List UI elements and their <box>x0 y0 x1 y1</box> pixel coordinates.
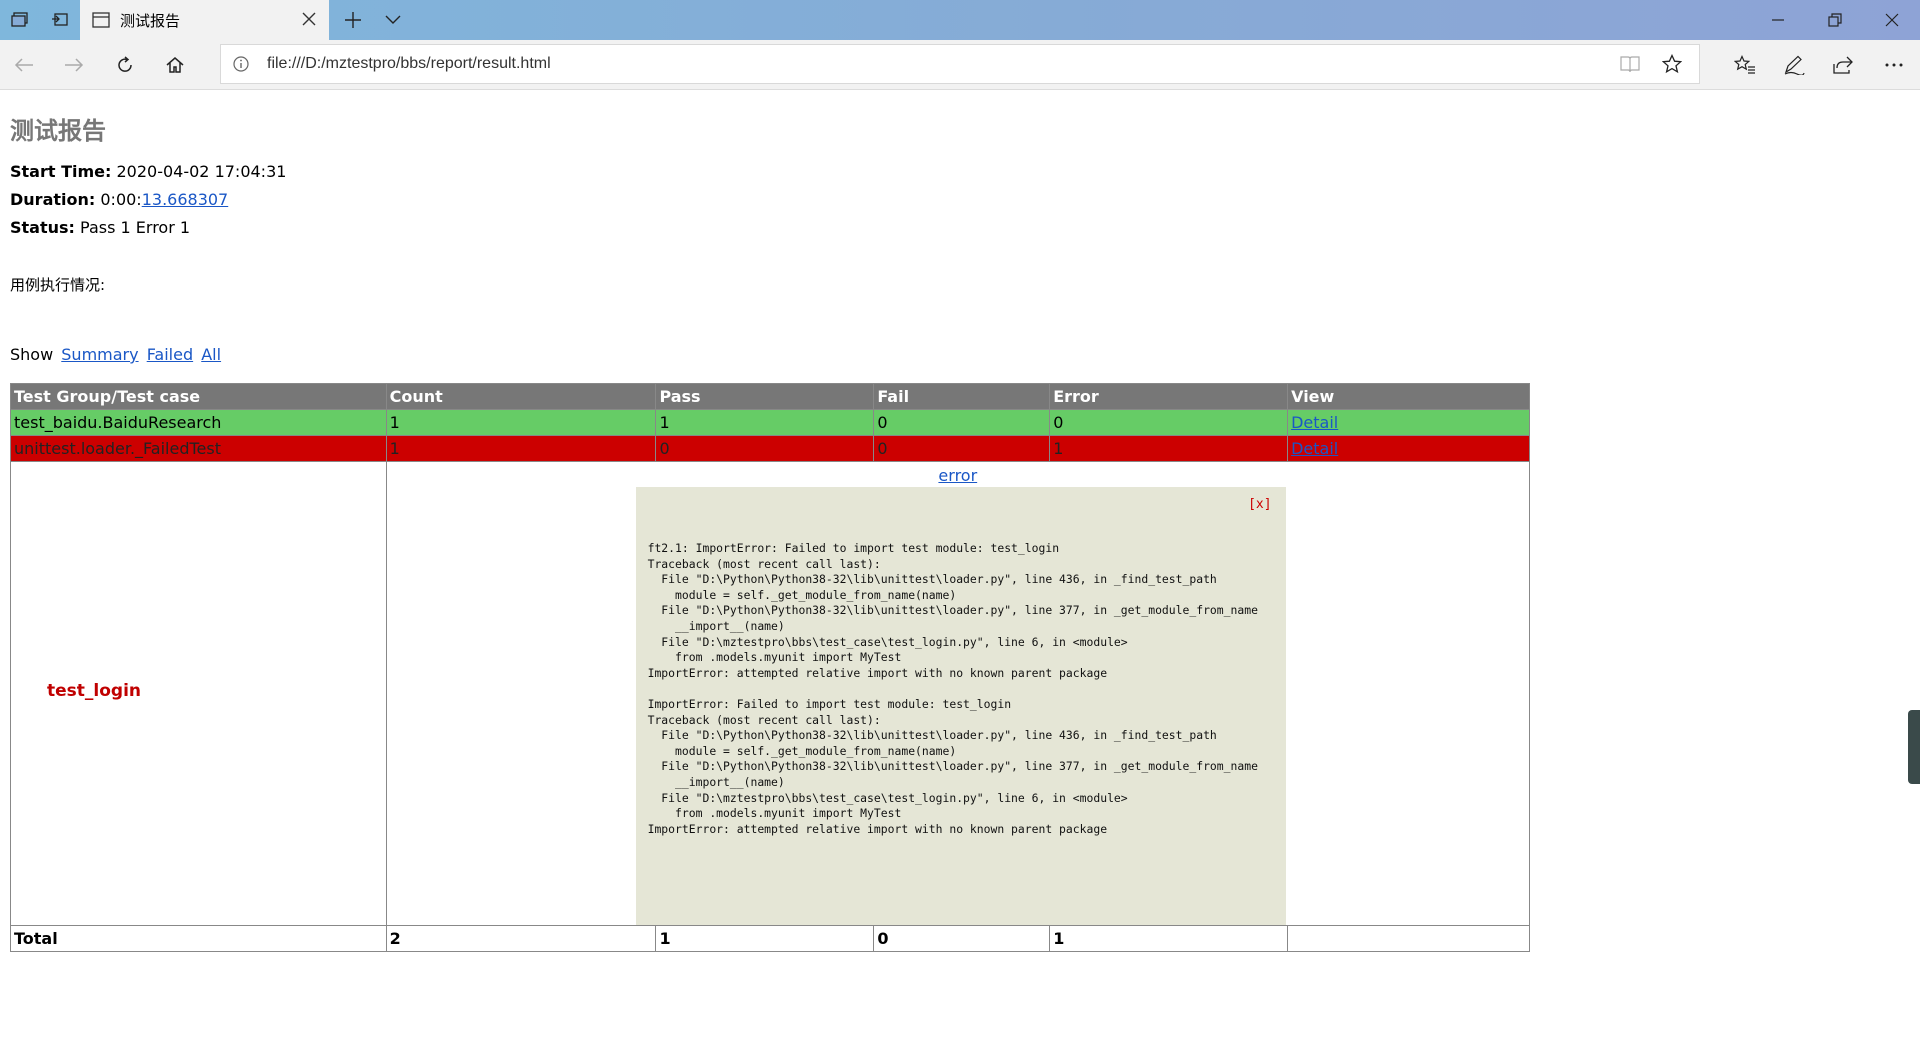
error-cell: 0 <box>1049 409 1289 436</box>
duration-line: Duration: 0:00:13.668307 <box>10 190 228 209</box>
page-icon <box>92 12 110 32</box>
detail-link[interactable]: Detail <box>1291 439 1338 458</box>
fail-cell: 0 <box>873 409 1051 436</box>
tab-close-icon[interactable] <box>300 10 318 32</box>
show-failed-link[interactable]: Failed <box>147 345 193 364</box>
error-cell: 1 <box>1049 435 1289 462</box>
total-fail: 0 <box>873 925 1051 952</box>
tab-list-icon[interactable] <box>8 8 32 32</box>
show-label: Show <box>10 345 54 364</box>
duration-prefix: 0:00: <box>100 190 142 209</box>
header-cell: Count <box>385 383 657 410</box>
count-cell: 1 <box>385 409 657 436</box>
pen-notes-icon[interactable] <box>1782 53 1806 77</box>
duration-label: Duration: <box>10 190 96 209</box>
browser-toolbar: file:///D:/mztestpro/bbs/report/result.h… <box>0 40 1920 90</box>
header-cell: View <box>1287 383 1530 410</box>
total-row: Total 2 1 0 1 <box>10 925 1530 952</box>
minimize-icon[interactable] <box>1766 8 1790 32</box>
error-link[interactable]: error <box>938 466 977 485</box>
page-title: 测试报告 <box>10 117 106 145</box>
count-cell: 1 <box>385 435 657 462</box>
total-pass: 1 <box>655 925 875 952</box>
detail-link[interactable]: Detail <box>1291 413 1338 432</box>
detail-content-cell: error [x] ft2.1: ImportError: Failed to … <box>385 461 1531 926</box>
duration-link[interactable]: 13.668307 <box>142 190 229 209</box>
tab-active[interactable]: 测试报告 <box>80 0 329 40</box>
tab-preview-chevron-icon[interactable] <box>381 8 405 32</box>
table-row: test_baidu.BaiduResearch 1 1 0 0 Detail <box>10 409 1530 436</box>
popup-close-button[interactable]: [x] <box>1248 497 1271 512</box>
detail-case-cell: test_login <box>10 461 387 926</box>
result-table: Test Group/Test case Count Pass Fail Err… <box>10 383 1531 952</box>
start-time-line: Start Time: 2020-04-02 17:04:31 <box>10 162 286 181</box>
more-menu-icon[interactable] <box>1882 53 1906 77</box>
view-cell: Detail <box>1287 409 1530 436</box>
execution-label: 用例执行情况: <box>10 276 106 294</box>
table-header: Test Group/Test case Count Pass Fail Err… <box>10 383 1530 410</box>
header-cell: Pass <box>655 383 875 410</box>
test-group-name: unittest.loader._FailedTest <box>10 435 387 462</box>
view-cell: Detail <box>1287 435 1530 462</box>
set-aside-tabs-icon[interactable] <box>48 8 72 32</box>
total-count: 2 <box>385 925 657 952</box>
header-cell: Error <box>1049 383 1289 410</box>
home-icon[interactable] <box>163 53 187 77</box>
total-error: 1 <box>1049 925 1289 952</box>
favorites-hub-icon[interactable] <box>1733 53 1757 77</box>
pass-cell: 1 <box>655 409 875 436</box>
show-summary-link[interactable]: Summary <box>61 345 138 364</box>
pass-cell: 0 <box>655 435 875 462</box>
traceback-text: ft2.1: ImportError: Failed to import tes… <box>647 541 1258 836</box>
show-filter: Show Summary Failed All <box>10 345 221 364</box>
traceback-popup: [x] ft2.1: ImportError: Failed to import… <box>635 487 1286 925</box>
reading-view-icon[interactable] <box>1620 55 1640 77</box>
refresh-icon[interactable] <box>113 53 137 77</box>
test-group-name: test_baidu.BaiduResearch <box>10 409 387 436</box>
new-tab-icon[interactable] <box>341 8 365 32</box>
header-cell: Test Group/Test case <box>10 383 387 410</box>
show-all-link[interactable]: All <box>201 345 221 364</box>
total-view <box>1287 925 1530 952</box>
start-time-label: Start Time: <box>10 162 112 181</box>
status-value: Pass 1 Error 1 <box>80 218 191 237</box>
status-line: Status: Pass 1 Error 1 <box>10 218 190 237</box>
test-case-name: test_login <box>47 681 142 701</box>
site-info-icon[interactable] <box>233 56 249 76</box>
fail-cell: 0 <box>873 435 1051 462</box>
error-link-wrap: error <box>390 462 1526 485</box>
table-row: unittest.loader._FailedTest 1 0 0 1 Deta… <box>10 435 1530 462</box>
address-bar[interactable]: file:///D:/mztestpro/bbs/report/result.h… <box>220 44 1700 84</box>
page-content: 测试报告 Start Time: 2020-04-02 17:04:31 Dur… <box>0 91 1920 1042</box>
restore-icon[interactable] <box>1823 8 1847 32</box>
browser-title-bar: 测试报告 <box>0 0 1920 40</box>
close-window-icon[interactable] <box>1880 8 1904 32</box>
side-scroll-handle[interactable] <box>1908 710 1920 784</box>
back-arrow-icon[interactable] <box>12 53 36 77</box>
url-text[interactable]: file:///D:/mztestpro/bbs/report/result.h… <box>267 55 551 73</box>
favorite-star-icon[interactable] <box>1661 53 1683 78</box>
total-label: Total <box>10 925 387 952</box>
share-icon[interactable] <box>1831 53 1855 77</box>
forward-arrow-icon[interactable] <box>62 53 86 77</box>
detail-row: test_login error [x] ft2.1: ImportError:… <box>10 461 1531 926</box>
status-label: Status: <box>10 218 75 237</box>
start-time-value: 2020-04-02 17:04:31 <box>116 162 287 181</box>
tab-title: 测试报告 <box>120 12 181 30</box>
header-cell: Fail <box>873 383 1051 410</box>
